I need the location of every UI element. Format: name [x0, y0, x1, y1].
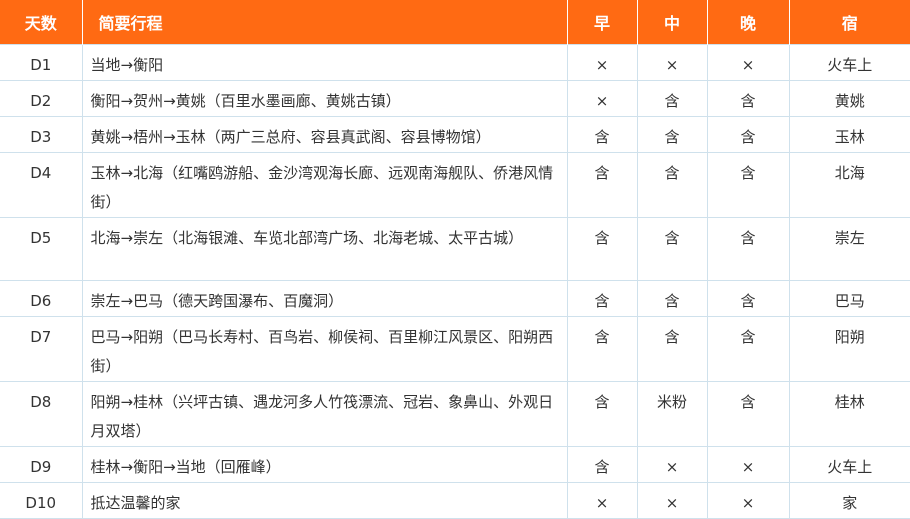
cell-route: 玉林→北海（红嘴鸥游船、金沙湾观海长廊、远观南海舰队、侨港风情街） — [81, 152, 568, 218]
cell-route: 巴马→阳朔（巴马长寿村、百鸟岩、柳侯祠、百里柳江风景区、阳朔西街） — [81, 316, 568, 382]
table-body: D1 当地→衡阳 × × × 火车上 D2 衡阳→贺州→黄姚（百里水墨画廊、黄姚… — [0, 44, 910, 519]
cell-day: D5 — [0, 217, 83, 281]
table-row: D7 巴马→阳朔（巴马长寿村、百鸟岩、柳侯祠、百里柳江风景区、阳朔西街） 含 含… — [0, 316, 910, 382]
cell-lunch: 含 — [636, 116, 708, 153]
cell-lunch: 含 — [636, 316, 708, 382]
cell-lunch: × — [636, 446, 708, 483]
cell-dinner: 含 — [706, 217, 790, 281]
cell-breakfast: × — [566, 482, 638, 519]
cell-stay: 黄姚 — [788, 80, 910, 117]
cell-day: D6 — [0, 280, 83, 317]
cell-day: D10 — [0, 482, 83, 519]
cell-stay: 巴马 — [788, 280, 910, 317]
cell-day: D1 — [0, 44, 83, 81]
cell-day: D2 — [0, 80, 83, 117]
cell-stay: 玉林 — [788, 116, 910, 153]
cell-breakfast: 含 — [566, 381, 638, 447]
cell-lunch: 含 — [636, 217, 708, 281]
cell-breakfast: 含 — [566, 217, 638, 281]
table-row: D3 黄姚→梧州→玉林（两广三总府、容县真武阁、容县博物馆） 含 含 含 玉林 — [0, 116, 910, 153]
cell-dinner: 含 — [706, 116, 790, 153]
cell-lunch: × — [636, 44, 708, 81]
cell-stay: 北海 — [788, 152, 910, 218]
table-row: D6 崇左→巴马（德天跨国瀑布、百魔洞） 含 含 含 巴马 — [0, 280, 910, 317]
cell-breakfast: 含 — [566, 446, 638, 483]
table-row: D9 桂林→衡阳→当地（回雁峰） 含 × × 火车上 — [0, 446, 910, 483]
cell-stay: 阳朔 — [788, 316, 910, 382]
cell-day: D8 — [0, 381, 83, 447]
cell-route: 当地→衡阳 — [81, 44, 568, 81]
cell-route: 北海→崇左（北海银滩、车览北部湾广场、北海老城、太平古城） — [81, 217, 568, 281]
cell-route: 衡阳→贺州→黄姚（百里水墨画廊、黄姚古镇） — [81, 80, 568, 117]
table-row: D8 阳朔→桂林（兴坪古镇、遇龙河多人竹筏漂流、冠岩、象鼻山、外观日月双塔） 含… — [0, 381, 910, 447]
cell-day: D3 — [0, 116, 83, 153]
cell-lunch: 米粉 — [636, 381, 708, 447]
cell-dinner: 含 — [706, 152, 790, 218]
cell-lunch: 含 — [636, 80, 708, 117]
cell-breakfast: × — [566, 80, 638, 117]
cell-day: D7 — [0, 316, 83, 382]
header-breakfast: 早 — [567, 0, 638, 45]
cell-breakfast: 含 — [566, 116, 638, 153]
cell-dinner: 含 — [706, 381, 790, 447]
table-row: D5 北海→崇左（北海银滩、车览北部湾广场、北海老城、太平古城） 含 含 含 崇… — [0, 217, 910, 281]
header-row: 天数 简要行程 早 中 晚 宿 — [0, 0, 910, 45]
cell-lunch: 含 — [636, 280, 708, 317]
cell-dinner: 含 — [706, 316, 790, 382]
header-dinner: 晚 — [707, 0, 790, 45]
header-route: 简要行程 — [82, 0, 568, 45]
cell-breakfast: 含 — [566, 280, 638, 317]
cell-stay: 家 — [788, 482, 910, 519]
cell-route: 桂林→衡阳→当地（回雁峰） — [81, 446, 568, 483]
cell-stay: 火车上 — [788, 44, 910, 81]
cell-stay: 火车上 — [788, 446, 910, 483]
table-row: D4 玉林→北海（红嘴鸥游船、金沙湾观海长廊、远观南海舰队、侨港风情街） 含 含… — [0, 152, 910, 218]
cell-dinner: 含 — [706, 80, 790, 117]
cell-lunch: 含 — [636, 152, 708, 218]
table-row: D10 抵达温馨的家 × × × 家 — [0, 482, 910, 519]
cell-day: D9 — [0, 446, 83, 483]
cell-lunch: × — [636, 482, 708, 519]
cell-dinner: × — [706, 446, 790, 483]
table-row: D1 当地→衡阳 × × × 火车上 — [0, 44, 910, 81]
cell-breakfast: 含 — [566, 316, 638, 382]
cell-dinner: × — [706, 482, 790, 519]
cell-breakfast: 含 — [566, 152, 638, 218]
cell-route: 黄姚→梧州→玉林（两广三总府、容县真武阁、容县博物馆） — [81, 116, 568, 153]
cell-day: D4 — [0, 152, 83, 218]
itinerary-table: 天数 简要行程 早 中 晚 宿 D1 当地→衡阳 × × × 火车上 D2 衡阳… — [0, 0, 910, 519]
header-day: 天数 — [0, 0, 83, 45]
header-lunch: 中 — [637, 0, 708, 45]
cell-stay: 崇左 — [788, 217, 910, 281]
cell-route: 崇左→巴马（德天跨国瀑布、百魔洞） — [81, 280, 568, 317]
cell-dinner: 含 — [706, 280, 790, 317]
cell-stay: 桂林 — [788, 381, 910, 447]
table-header: 天数 简要行程 早 中 晚 宿 — [0, 0, 910, 45]
cell-route: 阳朔→桂林（兴坪古镇、遇龙河多人竹筏漂流、冠岩、象鼻山、外观日月双塔） — [81, 381, 568, 447]
cell-route: 抵达温馨的家 — [81, 482, 568, 519]
header-stay: 宿 — [789, 0, 910, 45]
table-row: D2 衡阳→贺州→黄姚（百里水墨画廊、黄姚古镇） × 含 含 黄姚 — [0, 80, 910, 117]
cell-breakfast: × — [566, 44, 638, 81]
cell-dinner: × — [706, 44, 790, 81]
